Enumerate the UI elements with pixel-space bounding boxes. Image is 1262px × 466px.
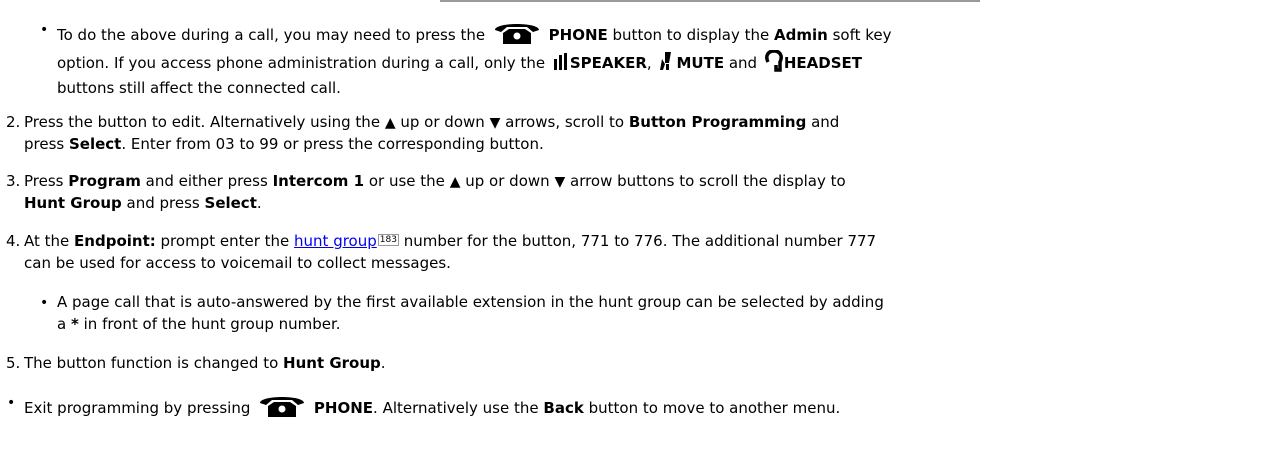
step-number: 2.: [6, 113, 21, 131]
paragraph-line: can be used for access to voicemail to c…: [24, 254, 451, 272]
text: To do the above during a call, you may n…: [57, 26, 486, 44]
step-number: 4.: [6, 232, 21, 250]
paragraph-line: A page call that is auto-answered by the…: [57, 293, 884, 311]
paragraph-line: buttons still affect the connected call.: [57, 79, 341, 97]
up-arrow-icon: ▲: [384, 115, 396, 131]
text: Exit programming by pressing: [24, 399, 251, 417]
text: option. If you access phone administrati…: [57, 54, 546, 72]
text: number for the button, 771 to 776. The a…: [403, 232, 877, 250]
page-reference[interactable]: 183: [377, 234, 399, 246]
paragraph-line: option. If you access phone administrati…: [57, 50, 862, 73]
paragraph-line: press Select. Enter from 03 to 99 or pre…: [24, 134, 544, 154]
up-arrow-icon: ▲: [449, 174, 461, 190]
text: and: [728, 54, 758, 72]
step-number: 3.: [6, 172, 21, 190]
text: The button function is changed to: [24, 354, 279, 372]
text: .: [256, 194, 262, 212]
text: prompt enter the: [160, 232, 290, 250]
text: .: [380, 354, 386, 372]
phone-label: PHONE: [548, 26, 608, 44]
text: and either press: [145, 172, 268, 190]
phone-icon: [494, 24, 539, 44]
text: and press: [126, 194, 200, 212]
paragraph-line: To do the above during a call, you may n…: [57, 19, 892, 45]
endpoint-label: Endpoint:: [74, 232, 156, 250]
admin-label: Admin: [774, 26, 828, 44]
phone-label: PHONE: [313, 399, 374, 417]
top-rule: [440, 0, 980, 2]
text: ,: [646, 54, 652, 72]
hunt-group-label: Hunt Group: [24, 194, 122, 212]
down-arrow-icon: ▼: [554, 174, 566, 190]
text: up or down: [400, 113, 485, 131]
bullet-marker: •: [7, 395, 16, 411]
back-label: Back: [543, 399, 584, 417]
down-arrow-icon: ▼: [489, 115, 501, 131]
text: . Alternatively use the: [373, 399, 539, 417]
text: Press the button to edit. Alternatively …: [24, 113, 381, 131]
step-number: 5.: [6, 354, 21, 372]
text: or use the: [368, 172, 445, 190]
bullet-marker: •: [40, 22, 49, 38]
phone-icon: [260, 397, 305, 417]
paragraph-line: Press the button to edit. Alternatively …: [24, 112, 839, 133]
star-symbol: *: [70, 315, 79, 333]
text: arrows, scroll to: [505, 113, 625, 131]
text: Press: [24, 172, 64, 190]
paragraph-line: At the Endpoint: prompt enter the hunt g…: [24, 231, 876, 251]
headset-icon: [764, 50, 783, 72]
hunt-group-label: Hunt Group: [283, 354, 381, 372]
text: press: [24, 135, 65, 153]
paragraph-line: Hunt Group and press Select.: [24, 193, 262, 213]
paragraph-line: The button function is changed to Hunt G…: [24, 353, 386, 373]
paragraph-line: Exit programming by pressing PHONE. Alte…: [24, 392, 840, 418]
select-label: Select: [69, 135, 122, 153]
speaker-label: SPEAKER: [569, 54, 647, 72]
text: up or down: [465, 172, 550, 190]
text: button to display the: [612, 26, 770, 44]
text: . Enter from 03 to 99 or press the corre…: [121, 135, 544, 153]
text: arrow buttons to scroll the display to: [570, 172, 846, 190]
paragraph-line: Press Program and either press Intercom …: [24, 171, 846, 192]
mute-icon: [660, 52, 672, 70]
text: At the: [24, 232, 70, 250]
hunt-group-link[interactable]: hunt group: [294, 232, 377, 250]
text: button to move to another menu.: [588, 399, 841, 417]
mute-label: MUTE: [676, 54, 725, 72]
text: soft key: [832, 26, 892, 44]
program-label: Program: [68, 172, 141, 190]
text: in front of the hunt group number.: [83, 315, 341, 333]
intercom-label: Intercom 1: [272, 172, 365, 190]
headset-label: HEADSET: [783, 54, 863, 72]
bullet-marker: •: [40, 295, 49, 311]
select-label: Select: [204, 194, 257, 212]
paragraph-line: a * in front of the hunt group number.: [57, 314, 341, 334]
speaker-icon: [553, 53, 567, 70]
text: a: [57, 315, 67, 333]
button-programming-label: Button Programming: [628, 113, 807, 131]
text: and: [811, 113, 840, 131]
